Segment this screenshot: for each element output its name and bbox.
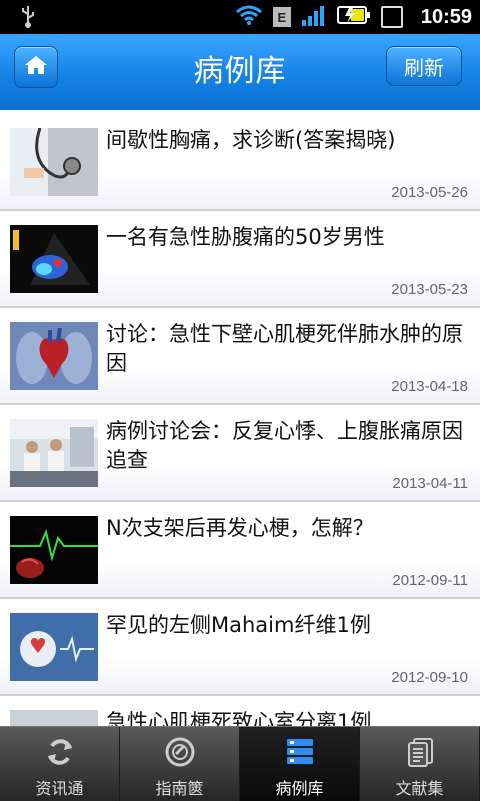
bottom-tab-bar: 资讯通 指南篋 病例库 文献集 (0, 726, 480, 801)
tab-cases[interactable]: 病例库 (240, 727, 360, 801)
ultrasound-thumbnail (10, 225, 98, 293)
app-header: 病例库 刷新 (0, 34, 480, 144)
signal-icon (301, 4, 327, 30)
case-date: 2012-09-10 (391, 669, 468, 686)
list-item[interactable]: 间歇性胸痛，求诊断(答案揭晓) 2013-05-26 (0, 114, 480, 211)
heart-ecg-thumbnail (10, 613, 98, 681)
battery-charging-icon (336, 5, 371, 29)
tab-label: 文献集 (395, 779, 444, 798)
case-date: 2013-05-26 (391, 184, 468, 201)
heart-anatomy-thumbnail (10, 322, 98, 390)
case-date: 2012-09-11 (392, 572, 468, 589)
document-stack-icon (403, 735, 437, 769)
list-item[interactable]: 病例讨论会：反复心悸、上腹胀痛原因追查 2013-04-11 (0, 405, 480, 502)
network-type-badge: E (272, 7, 291, 27)
case-date: 2013-04-18 (391, 378, 468, 395)
tab-label: 指南篋 (155, 779, 204, 798)
tab-label: 病例库 (275, 779, 324, 798)
tab-literature[interactable]: 文献集 (360, 727, 480, 801)
list-item[interactable]: N次支架后再发心梗，怎解？ 2012-09-11 (0, 502, 480, 599)
case-title: N次支架后再发心梗，怎解？ (106, 516, 374, 540)
case-title: 间歇性胸痛，求诊断(答案揭晓) (106, 128, 396, 152)
refresh-cycle-icon (43, 735, 77, 769)
case-date: 2013-04-11 (392, 475, 468, 492)
case-database-icon (283, 735, 317, 769)
tab-label: 资讯通 (35, 779, 84, 798)
case-title: 罕见的左侧Mahaim纤维1例 (106, 613, 371, 637)
case-title: 急性心肌梗死致心室分离1例 (106, 710, 372, 726)
case-title: 病例讨论会：反复心悸、上腹胀痛原因追查 (106, 419, 463, 472)
case-title: 一名有急性胁腹痛的50岁男性 (106, 225, 385, 249)
case-date: 2013-05-23 (391, 281, 468, 298)
list-item[interactable]: 急性心肌梗死致心室分离1例 (0, 696, 480, 726)
clock: 10:59 (420, 5, 472, 28)
ecg-heart-thumbnail (10, 516, 98, 584)
status-bar: E 10:59 (0, 0, 480, 34)
wifi-icon (235, 4, 263, 30)
case-list[interactable]: 间歇性胸痛，求诊断(答案揭晓) 2013-05-26 一名有急性胁腹痛的50岁男… (0, 114, 480, 726)
patient-chest-thumbnail (10, 710, 98, 726)
stethoscope-thumbnail (10, 128, 98, 196)
case-title: 讨论：急性下壁心肌梗死伴肺水肿的原因 (106, 322, 463, 375)
guide-dial-icon (163, 735, 197, 769)
list-item[interactable]: 罕见的左侧Mahaim纤维1例 2012-09-10 (0, 599, 480, 696)
refresh-button[interactable]: 刷新 (386, 46, 462, 86)
tab-news[interactable]: 资讯通 (0, 727, 120, 801)
tab-guides[interactable]: 指南篋 (120, 727, 240, 801)
lab-meeting-thumbnail (10, 419, 98, 487)
list-item[interactable]: 一名有急性胁腹痛的50岁男性 2013-05-23 (0, 211, 480, 308)
usb-icon (20, 6, 36, 32)
checkbox-notification-icon (380, 6, 403, 28)
list-item[interactable]: 讨论：急性下壁心肌梗死伴肺水肿的原因 2013-04-18 (0, 308, 480, 405)
